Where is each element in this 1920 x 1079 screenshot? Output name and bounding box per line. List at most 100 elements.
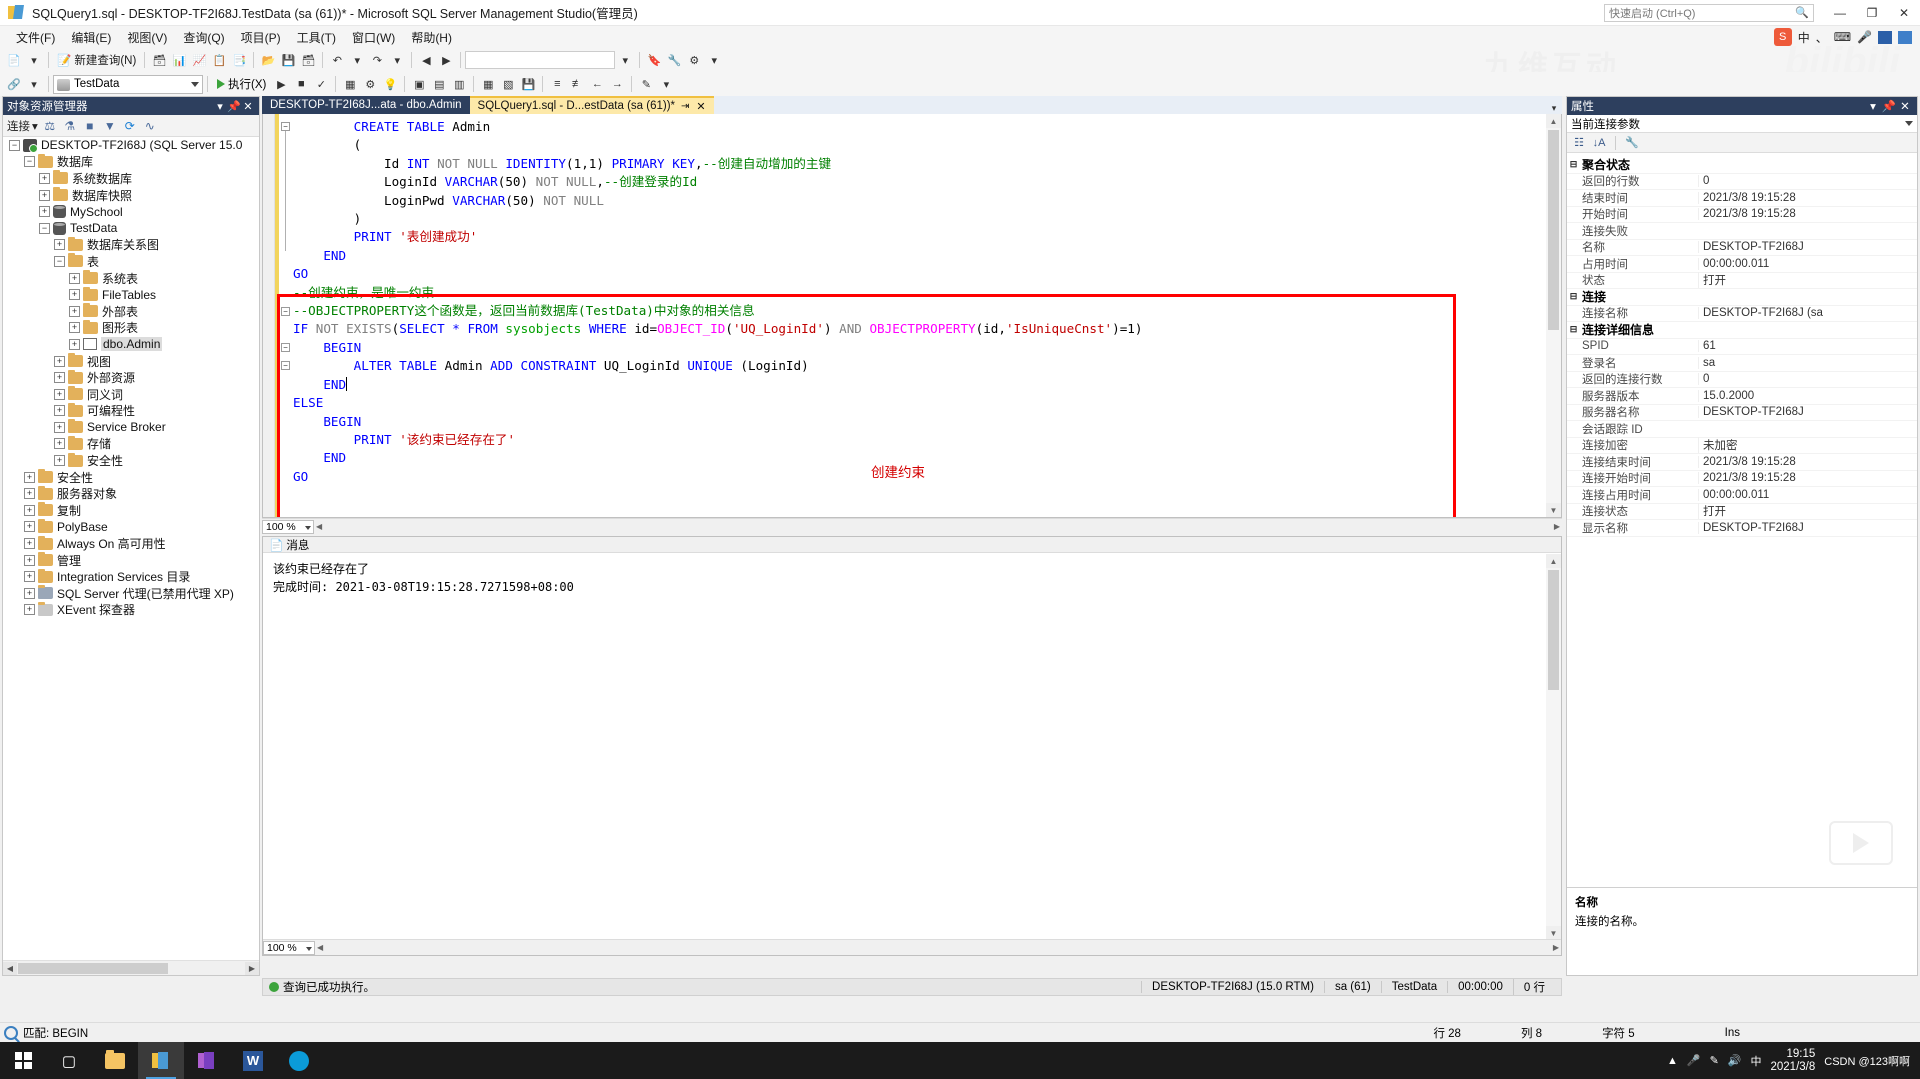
toolbar-overflow-icon[interactable]: ▾: [656, 74, 676, 94]
close-icon[interactable]: ✕: [1897, 99, 1913, 113]
expand-icon[interactable]: +: [54, 355, 65, 367]
scroll-right-icon[interactable]: ▶: [245, 961, 259, 975]
clock[interactable]: 19:15 2021/3/8: [1770, 1048, 1815, 1074]
close-icon[interactable]: ✕: [696, 100, 705, 113]
expand-icon[interactable]: +: [24, 587, 35, 599]
execute-button[interactable]: 执行(X): [212, 76, 271, 92]
mic-icon[interactable]: 🎤: [1687, 1054, 1701, 1067]
new-dmx-query-icon[interactable]: 📋: [209, 50, 229, 70]
start-button[interactable]: [0, 1042, 46, 1079]
property-row[interactable]: 连接加密 未加密: [1567, 437, 1917, 454]
new-query-button[interactable]: 📝 新建查询(N): [53, 52, 140, 68]
tree-node[interactable]: + SQL Server 代理(已禁用代理 XP): [3, 585, 259, 602]
expand-icon[interactable]: +: [69, 305, 80, 317]
expand-icon[interactable]: +: [24, 554, 35, 566]
tree-node[interactable]: + PolyBase: [3, 518, 259, 536]
results-to-grid-icon[interactable]: ▦: [478, 74, 498, 94]
collapse-icon[interactable]: −: [24, 156, 35, 168]
tree-node[interactable]: + Integration Services 目录: [3, 568, 259, 585]
menu-project[interactable]: 项目(P): [233, 27, 289, 48]
categorized-view-icon[interactable]: ☷: [1571, 135, 1587, 151]
ime-mic-icon[interactable]: 🎤: [1857, 30, 1872, 44]
properties-window-icon[interactable]: ⚙: [684, 50, 704, 70]
property-pages-icon[interactable]: 🔧: [1624, 135, 1640, 151]
tree-node[interactable]: + Always On 高可用性: [3, 535, 259, 552]
tree-node[interactable]: + XEvent 探查器: [3, 601, 259, 619]
property-row[interactable]: 服务器版本 15.0.2000: [1567, 388, 1917, 405]
sqlserver-taskbar-button[interactable]: [276, 1042, 322, 1079]
hscroll-thumb[interactable]: [18, 962, 168, 974]
editor-vscrollbar[interactable]: ▲ ▼: [1546, 114, 1561, 517]
file-explorer-button[interactable]: [92, 1042, 138, 1079]
connect-dropdown-icon[interactable]: ▾: [24, 74, 44, 94]
property-value[interactable]: DESKTOP-TF2I68J: [1698, 241, 1917, 254]
editor-hscrollbar[interactable]: ◀ ▶: [314, 519, 1562, 534]
tree-node[interactable]: + 存储: [3, 435, 259, 453]
tree-node[interactable]: − DESKTOP-TF2I68J (SQL Server 15.0: [3, 137, 259, 154]
comment-lines-icon[interactable]: ≡: [547, 74, 567, 94]
properties-grid[interactable]: ⊟ 聚合状态 返回的行数 0 结束时间 2021/3/8 19:15:28 开始时间 2021…: [1567, 157, 1917, 885]
maximize-button[interactable]: ❐: [1856, 1, 1888, 25]
menu-view[interactable]: 视图(V): [119, 27, 175, 48]
expand-icon[interactable]: +: [54, 405, 65, 417]
ime-lang-indicator[interactable]: 中: [1750, 1053, 1761, 1069]
property-value[interactable]: 2021/3/8 19:15:28: [1698, 472, 1917, 485]
tree-node[interactable]: + 安全性: [3, 469, 259, 486]
property-value[interactable]: 打开: [1698, 503, 1917, 520]
tree-node[interactable]: + FileTables: [3, 286, 259, 303]
collapse-icon[interactable]: −: [39, 222, 50, 234]
tree-node[interactable]: + 图形表: [3, 319, 259, 337]
expand-icon[interactable]: +: [54, 421, 65, 433]
property-value[interactable]: 2021/3/8 19:15:28: [1698, 191, 1917, 204]
property-row[interactable]: 会话跟踪 ID: [1567, 421, 1917, 438]
stop-icon[interactable]: ■: [82, 118, 98, 134]
window-layout-dropdown-icon[interactable]: ▾: [704, 50, 724, 70]
expand-icon[interactable]: +: [54, 239, 65, 251]
scroll-up-icon[interactable]: ▲: [1546, 114, 1561, 128]
tree-node[interactable]: + 系统表: [3, 270, 259, 287]
fold-box-create-table[interactable]: −: [281, 122, 290, 131]
pin-icon[interactable]: 📌: [1881, 99, 1897, 113]
code-text[interactable]: CREATE TABLE Admin ( Id INT NOT NULL IDE…: [293, 118, 1545, 486]
property-value[interactable]: 未加密: [1698, 437, 1917, 454]
ime-panel-icon[interactable]: [1878, 30, 1892, 44]
expand-icon[interactable]: +: [39, 206, 50, 218]
ime-punct-icon[interactable]: 、: [1816, 29, 1828, 46]
tab-dbo-admin[interactable]: DESKTOP-TF2I68J...ata - dbo.Admin: [262, 96, 470, 114]
specify-values-icon[interactable]: ✎: [636, 74, 656, 94]
tree-node[interactable]: + 外部资源: [3, 369, 259, 386]
tab-sqlquery1[interactable]: SQLQuery1.sql - D...estData (sa (61))* ⇥…: [469, 96, 714, 114]
tree-node[interactable]: + 外部表: [3, 303, 259, 320]
undo-dropdown-icon[interactable]: ▾: [347, 50, 367, 70]
property-row[interactable]: 连接名称 DESKTOP-TF2I68J (sa: [1567, 306, 1917, 322]
tree-node[interactable]: + MySchool: [3, 203, 259, 220]
expand-icon[interactable]: +: [24, 571, 35, 583]
expand-icon[interactable]: +: [24, 521, 35, 533]
vscroll-thumb[interactable]: [1548, 130, 1559, 330]
property-value[interactable]: 00:00:00.011: [1698, 488, 1917, 501]
expand-icon[interactable]: +: [24, 488, 35, 500]
property-value[interactable]: 2021/3/8 19:15:28: [1698, 455, 1917, 468]
tree-node[interactable]: + 系统数据库: [3, 170, 259, 187]
new-analysis-query-icon[interactable]: 📊: [169, 50, 189, 70]
scroll-right-icon[interactable]: ▶: [1551, 943, 1561, 952]
connect-object-explorer-icon[interactable]: 🔗: [4, 74, 24, 94]
scroll-right-icon[interactable]: ▶: [1552, 522, 1562, 531]
expand-icon[interactable]: +: [69, 322, 80, 334]
property-row[interactable]: 登录名 sa: [1567, 355, 1917, 372]
alphabetical-sort-icon[interactable]: ↓A: [1591, 135, 1607, 151]
tree-node[interactable]: + 安全性: [3, 452, 259, 469]
chevron-down-icon[interactable]: ▾: [32, 119, 38, 133]
connect-button[interactable]: 连接 ▾: [7, 118, 38, 134]
fold-box-begin[interactable]: −: [281, 361, 290, 370]
collapse-icon[interactable]: ⊟: [1567, 159, 1580, 170]
property-value[interactable]: DESKTOP-TF2I68J: [1698, 521, 1917, 534]
decrease-indent-icon[interactable]: ←: [587, 74, 607, 94]
collapse-icon[interactable]: ⊟: [1567, 291, 1580, 302]
property-value[interactable]: 2021/3/8 19:15:28: [1698, 208, 1917, 221]
tree-node[interactable]: + 管理: [3, 552, 259, 569]
results-to-text-icon[interactable]: ▧: [498, 74, 518, 94]
results-to-file-icon[interactable]: 💾: [518, 74, 538, 94]
property-row[interactable]: 占用时间 00:00:00.011: [1567, 256, 1917, 273]
expand-icon[interactable]: +: [24, 538, 35, 550]
